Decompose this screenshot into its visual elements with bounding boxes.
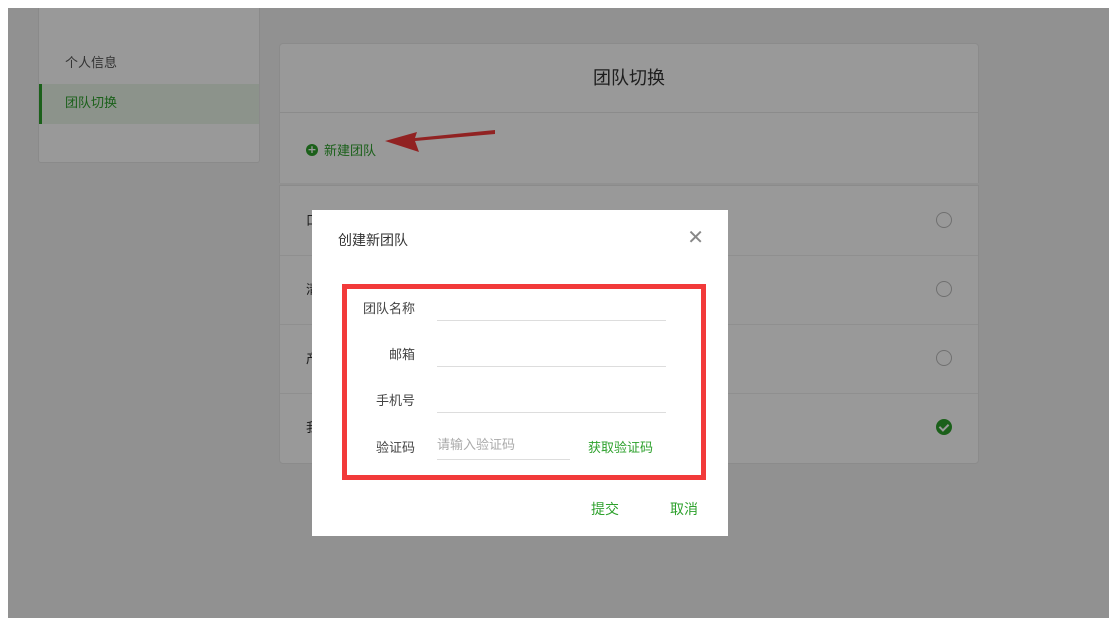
app-root: 个人信息 团队切换 团队切换 + 新建团队 口 清 产 我 [8,8,1109,618]
field-row-code: 验证码 获取验证码 [312,431,728,461]
email-input[interactable] [437,338,666,367]
code-label: 验证码 [375,441,415,456]
close-icon[interactable]: ✕ [687,227,704,247]
team-name-label: 团队名称 [362,302,415,317]
field-row-team-name: 团队名称 [312,292,728,322]
field-row-phone: 手机号 [312,384,728,414]
phone-label: 手机号 [375,394,415,409]
submit-button[interactable]: 提交 [591,499,619,519]
create-team-dialog: 创建新团队 ✕ 团队名称 邮箱 手机号 验证码 获取验证码 提交 取消 [312,210,728,536]
field-row-email: 邮箱 [312,338,728,368]
email-label: 邮箱 [388,348,415,363]
get-code-button[interactable]: 获取验证码 [588,437,653,456]
cancel-button[interactable]: 取消 [670,499,698,519]
verification-code-input[interactable] [437,431,570,460]
team-name-input[interactable] [437,292,666,321]
dialog-title: 创建新团队 [338,233,408,249]
phone-input[interactable] [437,384,666,413]
